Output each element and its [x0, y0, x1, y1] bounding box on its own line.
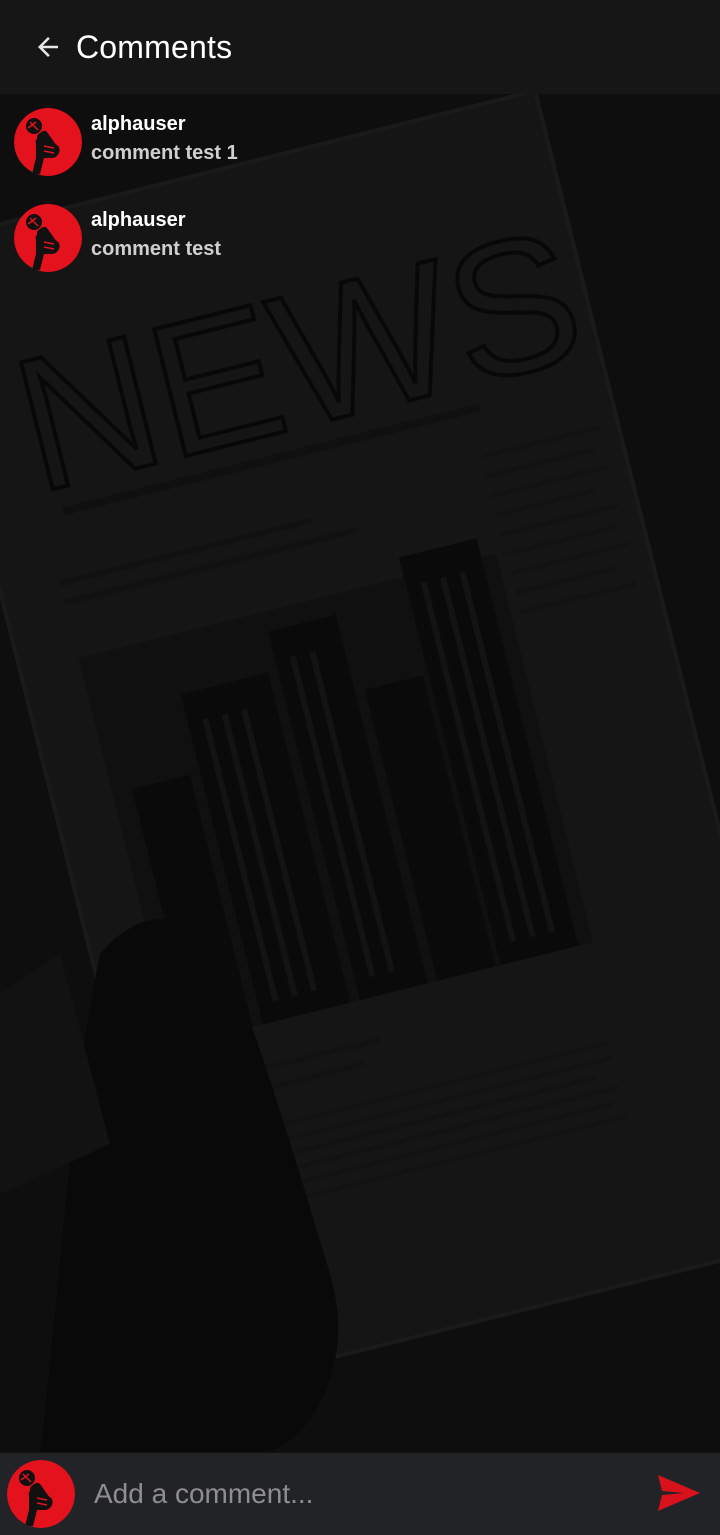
- avatar[interactable]: [14, 204, 82, 272]
- comment-username[interactable]: alphauser: [91, 112, 238, 136]
- fist-microphone-icon: [14, 204, 82, 272]
- avatar[interactable]: [14, 108, 82, 176]
- fist-microphone-icon: [14, 108, 82, 176]
- comment-text: comment test: [91, 238, 222, 260]
- back-button[interactable]: [28, 27, 68, 67]
- fist-microphone-icon: [7, 1460, 75, 1528]
- comments-screen: NEWS Comments alphauser comment test 1 a…: [0, 0, 720, 1535]
- comment-item[interactable]: alphauser comment test: [0, 200, 720, 296]
- send-button[interactable]: [656, 1473, 702, 1513]
- comment-item[interactable]: alphauser comment test 1: [0, 104, 720, 200]
- comment-text: comment test 1: [91, 142, 238, 164]
- comment-content: alphauser comment test: [91, 208, 221, 261]
- arrow-left-icon: [38, 37, 58, 57]
- page-title: Comments: [76, 28, 233, 65]
- comment-composer: [0, 1453, 720, 1535]
- current-user-avatar[interactable]: [7, 1460, 75, 1528]
- comment-list: alphauser comment test 1 alphauser comme…: [0, 104, 720, 296]
- comment-input[interactable]: [92, 1463, 636, 1525]
- top-app-bar: Comments: [0, 0, 720, 94]
- send-icon: [658, 1475, 700, 1511]
- comment-username[interactable]: alphauser: [91, 208, 221, 232]
- background-newspaper-image: NEWS: [0, 94, 720, 1452]
- comment-content: alphauser comment test 1: [91, 112, 238, 165]
